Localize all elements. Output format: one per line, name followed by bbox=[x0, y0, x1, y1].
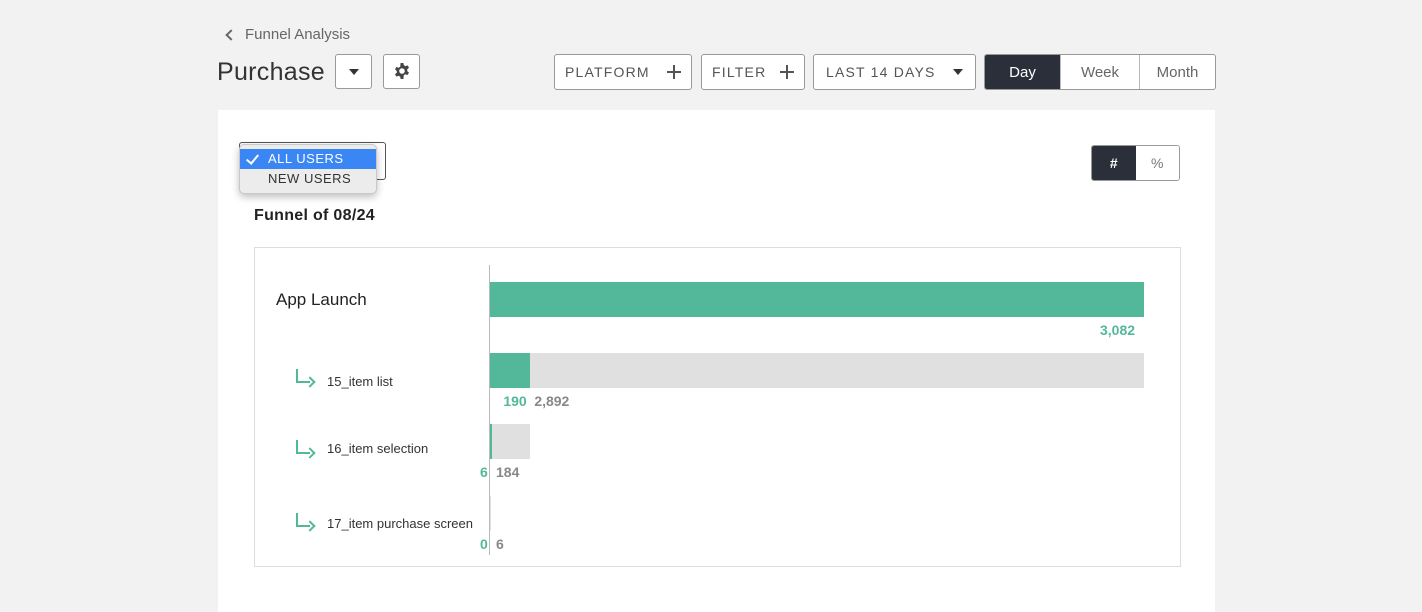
settings-button[interactable] bbox=[383, 54, 420, 89]
bar-value-converted: 190 bbox=[503, 393, 527, 409]
breadcrumb[interactable]: Funnel Analysis bbox=[224, 26, 350, 43]
caret-down-icon bbox=[348, 68, 359, 75]
funnel-select-button[interactable] bbox=[335, 54, 372, 89]
caret-down-icon bbox=[953, 69, 963, 75]
step-label-item-list: 15_item list bbox=[327, 374, 393, 389]
gear-icon bbox=[394, 62, 409, 79]
funnel-title: Funnel of 08/24 bbox=[254, 207, 375, 224]
percent-button[interactable]: % bbox=[1135, 146, 1179, 180]
option-label: ALL USERS bbox=[268, 151, 344, 166]
plus-icon bbox=[667, 65, 681, 79]
title-row: Purchase bbox=[217, 54, 325, 90]
user-segment-dropdown: ALL USERS NEW USERS bbox=[239, 144, 377, 194]
funnel-bar-total bbox=[490, 353, 1144, 388]
count-percent-toggle: # % bbox=[1091, 145, 1180, 181]
bar-value-converted: 0 bbox=[480, 536, 488, 552]
dropdown-option-new-users[interactable]: NEW USERS bbox=[240, 169, 376, 189]
arrow-step-icon bbox=[296, 513, 310, 527]
funnel-bar-total bbox=[490, 496, 492, 531]
funnel-bar-converted bbox=[490, 424, 492, 459]
count-button[interactable]: # bbox=[1092, 146, 1136, 180]
filter-label: FILTER bbox=[712, 64, 767, 80]
funnel-bar-total bbox=[490, 424, 531, 459]
bar-value-converted: 6 bbox=[480, 464, 488, 480]
bar-value-dropped: 6 bbox=[496, 536, 504, 552]
dropdown-option-all-users[interactable]: ALL USERS bbox=[240, 149, 376, 169]
funnel-bar-converted bbox=[490, 282, 1144, 317]
step-label-app-launch: App Launch bbox=[276, 290, 367, 309]
breadcrumb-label: Funnel Analysis bbox=[245, 26, 351, 43]
platform-label: PLATFORM bbox=[565, 64, 650, 80]
granularity-toggle: Day Week Month bbox=[984, 54, 1216, 90]
bar-value-dropped: 2,892 bbox=[534, 393, 570, 409]
date-range-label: LAST 14 DAYS bbox=[826, 64, 936, 80]
checkmark-icon bbox=[245, 151, 260, 165]
date-range-select[interactable]: LAST 14 DAYS bbox=[813, 54, 976, 90]
step-label-item-purchase: 17_item purchase screen bbox=[327, 516, 473, 531]
granularity-month-button[interactable]: Month bbox=[1140, 55, 1215, 89]
granularity-day-button[interactable]: Day bbox=[985, 55, 1061, 89]
step-label-item-selection: 16_item selection bbox=[327, 441, 429, 456]
page-title: Purchase bbox=[217, 57, 326, 86]
funnel-bar-converted bbox=[490, 353, 531, 388]
chevron-left-icon bbox=[225, 28, 237, 41]
arrow-step-icon bbox=[296, 369, 310, 383]
platform-button[interactable]: PLATFORM bbox=[554, 54, 692, 90]
bar-value-dropped: 184 bbox=[496, 464, 520, 480]
arrow-step-icon bbox=[296, 440, 310, 454]
bar-value-converted: 3,082 bbox=[1100, 322, 1136, 338]
option-label: NEW USERS bbox=[268, 171, 352, 186]
granularity-week-button[interactable]: Week bbox=[1061, 55, 1140, 89]
plus-icon bbox=[780, 65, 794, 79]
filter-button[interactable]: FILTER bbox=[701, 54, 805, 90]
